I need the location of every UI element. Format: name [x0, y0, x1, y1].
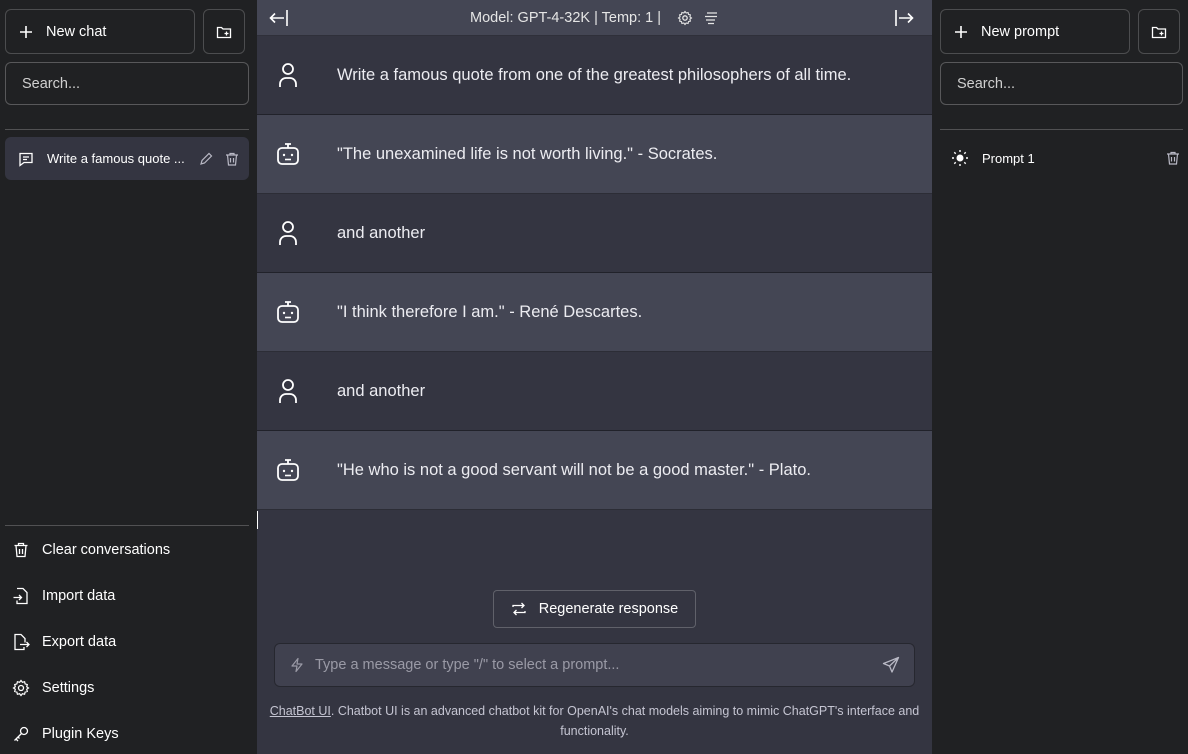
clear-conversations-button[interactable]: Clear conversations: [12, 541, 170, 559]
search-placeholder: Search...: [957, 75, 1016, 92]
message-text: and another: [337, 223, 426, 242]
robot-icon: [277, 301, 299, 323]
chatbot-ui-link[interactable]: ChatBot UI: [270, 704, 331, 718]
chat-area: Model: GPT-4-32K | Temp: 1 | Write a fam…: [257, 0, 932, 754]
sidebar-settings-menu: [5, 525, 249, 526]
message-icon: [19, 152, 33, 167]
new-chat-label: New chat: [46, 23, 107, 40]
clear-chat-icon[interactable]: [703, 10, 719, 26]
settings-gear-icon[interactable]: [677, 10, 693, 26]
clear-conversations-label: Clear conversations: [42, 542, 171, 558]
sidebar-divider: [940, 129, 1183, 130]
new-folder-button[interactable]: [203, 9, 245, 54]
chat-message-assistant: "He who is not a good servant will not b…: [257, 431, 932, 510]
new-prompt-button[interactable]: New prompt: [940, 9, 1130, 54]
plus-icon: [955, 25, 967, 38]
settings-label: Settings: [42, 680, 95, 696]
import-data-label: Import data: [42, 588, 116, 604]
search-placeholder: Search...: [22, 75, 81, 92]
import-data-button[interactable]: Import data: [12, 587, 115, 605]
lightbulb-icon: [952, 150, 968, 166]
message-input[interactable]: Type a message or type "/" to select a p…: [274, 643, 915, 687]
footer-description: . Chatbot UI is an advanced chatbot kit …: [330, 704, 920, 738]
chat-message-assistant: "The unexamined life is not worth living…: [257, 115, 932, 194]
robot-icon: [277, 459, 299, 481]
plugin-keys-label: Plugin Keys: [42, 726, 119, 742]
chat-message-user: and another: [257, 194, 932, 273]
send-icon[interactable]: [882, 656, 900, 674]
prompt-item[interactable]: Prompt 1: [951, 148, 1181, 168]
prompt-name: Prompt 1: [982, 150, 1035, 166]
conversation-search-input[interactable]: Search...: [5, 62, 249, 105]
refresh-icon: [512, 602, 526, 616]
conversation-item[interactable]: Write a famous quote ...: [5, 137, 249, 180]
text-cursor: [257, 511, 258, 529]
message-input-placeholder: Type a message or type "/" to select a p…: [315, 657, 620, 673]
bolt-icon[interactable]: [289, 657, 305, 673]
file-import-icon: [13, 587, 28, 605]
model-info: Model: GPT-4-32K | Temp: 1 |: [469, 9, 661, 26]
message-text: and another: [337, 381, 426, 400]
conversation-title: Write a famous quote ...: [47, 151, 185, 166]
message-text: "The unexamined life is not worth living…: [337, 144, 718, 163]
key-icon: [14, 726, 29, 742]
regenerate-response-button[interactable]: Regenerate response: [493, 590, 696, 628]
folder-plus-icon: [216, 26, 232, 38]
user-icon: [279, 379, 297, 403]
message-text: "He who is not a good servant will not b…: [337, 460, 811, 479]
new-folder-button[interactable]: [1138, 9, 1180, 54]
export-data-label: Export data: [42, 634, 117, 650]
user-icon: [279, 221, 297, 245]
right-sidebar: New prompt Search...: [932, 0, 1188, 754]
chat-message-user: and another: [257, 352, 932, 431]
trash-icon: [14, 542, 28, 558]
trash-icon[interactable]: [1165, 150, 1181, 166]
gear-icon: [12, 679, 30, 697]
message-text: Write a famous quote from one of the gre…: [337, 65, 852, 84]
folder-plus-icon: [1151, 26, 1167, 38]
collapse-right-sidebar-icon[interactable]: [894, 9, 914, 27]
robot-icon: [277, 143, 299, 165]
new-prompt-label: New prompt: [981, 23, 1060, 40]
file-export-icon: [14, 633, 30, 651]
user-icon: [279, 63, 297, 87]
message-text: "I think therefore I am." - René Descart…: [337, 302, 643, 321]
sidebar-divider: [5, 129, 249, 130]
trash-icon[interactable]: [224, 151, 240, 167]
new-chat-button[interactable]: New chat: [5, 9, 195, 54]
settings-button[interactable]: Settings: [12, 679, 94, 697]
export-data-button[interactable]: Export data: [12, 633, 116, 651]
plugin-keys-button[interactable]: Plugin Keys: [12, 725, 119, 743]
chat-header: Model: GPT-4-32K | Temp: 1 |: [257, 0, 932, 36]
chat-message-user: Write a famous quote from one of the gre…: [257, 36, 932, 115]
chat-message-assistant: "I think therefore I am." - René Descart…: [257, 273, 932, 352]
prompt-search-input[interactable]: Search...: [940, 62, 1183, 105]
plus-icon: [20, 25, 32, 38]
collapse-left-sidebar-icon[interactable]: [269, 9, 289, 27]
footer-text: ChatBot UI. Chatbot UI is an advanced ch…: [269, 701, 920, 741]
regenerate-label: Regenerate response: [538, 601, 679, 617]
left-sidebar: New chat Search... Write a famous quote …: [0, 0, 257, 754]
edit-icon[interactable]: [198, 151, 214, 167]
